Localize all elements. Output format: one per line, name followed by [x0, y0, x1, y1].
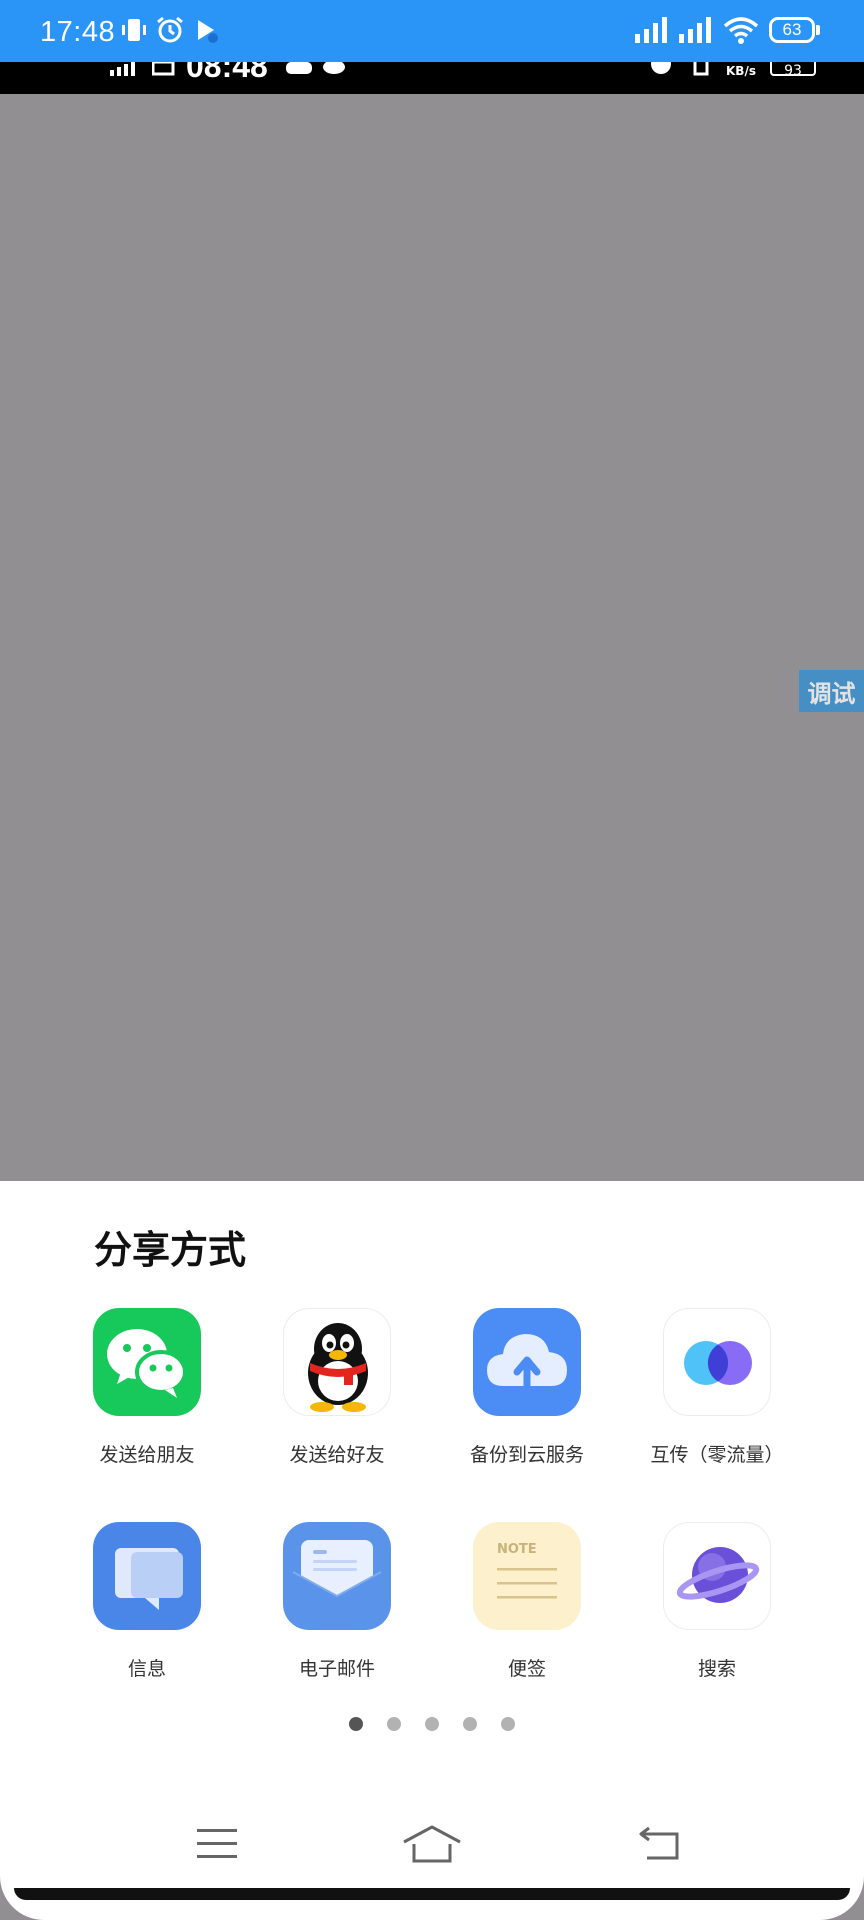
- cloud-backup-icon: [473, 1308, 581, 1416]
- notes-icon: NOTE: [473, 1522, 581, 1630]
- captured-status-strip: 08:48 KB/s 93: [0, 62, 864, 94]
- share-target-label: 搜索: [697, 1658, 736, 1680]
- captured-signal-icon: [110, 62, 135, 76]
- captured-app-icon: [152, 62, 175, 76]
- home-icon: [403, 1825, 461, 1863]
- share-target-label: 发送给朋友: [99, 1444, 195, 1466]
- page-dot[interactable]: [463, 1717, 477, 1731]
- page-dot-active[interactable]: [349, 1717, 363, 1731]
- email-icon: [283, 1522, 391, 1630]
- wifi-icon: [723, 17, 759, 44]
- sheet-bottom-edge: [14, 1888, 850, 1900]
- navigation-bar: [0, 1804, 864, 1884]
- app-notification-icon: [198, 20, 218, 43]
- share-target-wechat[interactable]: 发送给朋友: [52, 1308, 242, 1478]
- home-button[interactable]: [372, 1804, 492, 1884]
- status-time: 17:48: [40, 16, 116, 48]
- status-bar: 17:48 63: [0, 0, 864, 62]
- debug-button[interactable]: 调试: [799, 670, 864, 712]
- status-system-icons: 63: [635, 16, 820, 44]
- captured-chat-icon: [323, 62, 345, 74]
- share-target-label: 信息: [127, 1658, 166, 1680]
- page-dot[interactable]: [501, 1717, 515, 1731]
- transfer-icon: [663, 1308, 771, 1416]
- share-target-label: 备份到云服务: [469, 1444, 584, 1466]
- share-target-label: 电子邮件: [298, 1658, 375, 1680]
- share-target-label: 互传（零流量）: [650, 1444, 784, 1466]
- share-sheet-title: 分享方式: [94, 1228, 247, 1272]
- captured-battery: 93: [770, 62, 816, 79]
- page-dot[interactable]: [425, 1717, 439, 1731]
- back-icon: [639, 1826, 679, 1860]
- captured-vibrate-icon: [693, 62, 709, 76]
- page-dot[interactable]: [387, 1717, 401, 1731]
- share-sheet: 分享方式 发送给朋友 发送给好友 备份到云服务 互传（零流量） 信息 电子邮件 …: [0, 1181, 864, 1920]
- alarm-icon: [157, 16, 183, 43]
- phone-vibrate-icon: [122, 19, 146, 41]
- share-target-label: 便签: [507, 1658, 546, 1680]
- captured-clock-icon: [651, 62, 671, 74]
- captured-speed-unit: KB/s: [726, 64, 756, 78]
- menu-button[interactable]: [157, 1804, 277, 1884]
- share-target-transfer[interactable]: 互传（零流量）: [622, 1308, 812, 1478]
- battery-indicator: 63: [769, 17, 820, 43]
- share-target-search[interactable]: 搜索: [622, 1522, 812, 1692]
- signal-icon-2: [679, 17, 711, 43]
- search-planet-icon: [663, 1522, 771, 1630]
- qq-icon: [283, 1308, 391, 1416]
- share-target-notes[interactable]: NOTE 便签: [432, 1522, 622, 1692]
- page-indicator: [0, 1717, 864, 1731]
- share-target-messages[interactable]: 信息: [52, 1522, 242, 1692]
- share-target-label: 发送给好友: [289, 1444, 385, 1466]
- signal-icon: [635, 17, 667, 43]
- status-notification-icons: [122, 16, 218, 44]
- share-target-qq[interactable]: 发送给好友: [242, 1308, 432, 1478]
- wechat-icon: [93, 1308, 201, 1416]
- back-button[interactable]: [600, 1804, 720, 1884]
- messages-icon: [93, 1522, 201, 1630]
- menu-icon: [197, 1829, 237, 1858]
- battery-level: 63: [769, 17, 815, 43]
- share-target-cloud-backup[interactable]: 备份到云服务: [432, 1308, 622, 1478]
- captured-time: 08:48: [186, 62, 268, 84]
- captured-game-icon: [286, 62, 312, 74]
- share-target-email[interactable]: 电子邮件: [242, 1522, 432, 1692]
